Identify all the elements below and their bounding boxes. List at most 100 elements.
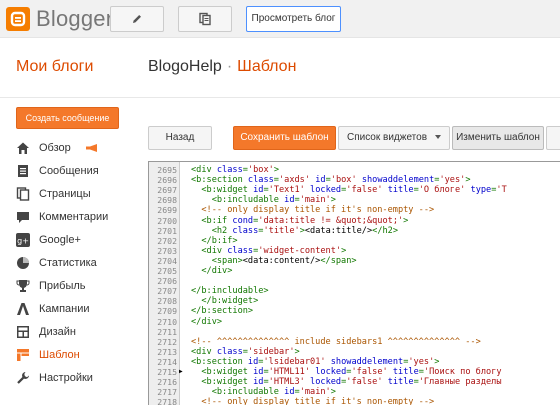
line-number: 2703 <box>157 245 177 256</box>
line-number: 2718 <box>157 397 177 405</box>
code-token: > <box>330 195 336 206</box>
code-text: <b:widget id='HTML11' locked='false' tit… <box>191 367 501 377</box>
code-token: 'box' <box>330 175 357 186</box>
line-number: 2707 <box>157 286 177 297</box>
back-button[interactable]: Назад <box>148 126 212 150</box>
line-number: 2712 <box>157 336 177 347</box>
code-token: </span> <box>320 255 357 266</box>
code-token: 'sidebar' <box>247 346 295 357</box>
code-token: </b:section> <box>191 306 254 317</box>
layout-icon <box>17 326 29 338</box>
code-line: 2711 <box>149 327 560 337</box>
sidebar-item-earnings[interactable]: Прибыль <box>16 277 140 295</box>
sidebar-item-label: Комментарии <box>39 211 109 223</box>
code-token: <div <box>191 346 217 357</box>
code-line: 2707 </b:includable> <box>149 286 560 296</box>
sidebar-item-settings[interactable]: Настройки <box>16 369 140 387</box>
code-text: <h2 class='title'><data:title/></h2> <box>191 226 398 236</box>
code-token: 'T <box>496 185 507 196</box>
line-number: 2698 <box>157 195 177 206</box>
sidebar-item-overview[interactable]: Обзор <box>16 139 140 157</box>
code-token: class <box>232 225 259 236</box>
my-blogs-link[interactable]: Мои блоги <box>16 58 93 76</box>
sidebar-item-stats[interactable]: Статистика <box>16 254 140 272</box>
code-token: <h2 <box>191 225 233 236</box>
code-token: <!-- ^^^^^^^^^^^^^^ include sidebars1 ^^… <box>191 336 481 347</box>
line-number: 2710 <box>157 316 177 327</box>
code-text: <b:widget id='HTML3' locked='false' titl… <box>191 377 501 388</box>
code-line: 2697 <b:widget id='Text1' locked='false'… <box>149 185 560 195</box>
code-text: </div> <box>191 317 222 327</box>
posts-icon <box>18 165 28 177</box>
trophy-icon <box>16 280 30 292</box>
view-blog-button[interactable]: Просмотреть блог <box>246 6 341 32</box>
code-token: 'Text1' <box>268 185 305 196</box>
line-number: 2700 <box>157 215 177 226</box>
code-token: <data:title/> <box>304 225 373 236</box>
code-editor[interactable]: 2695 <div class='box'> 2696 <b:section clas… <box>148 161 560 405</box>
sidebar-item-posts[interactable]: Сообщения <box>16 162 140 180</box>
sidebar-item-layout[interactable]: Дизайн <box>16 323 140 341</box>
code-line: 2700 <b:if cond='data:title != &quot;&qu… <box>149 216 560 226</box>
posts-list-button[interactable] <box>178 6 232 32</box>
code-line: 2718 <!-- only display title if it's non… <box>149 397 560 405</box>
code-text: <div class='widget-content'> <box>191 246 346 256</box>
line-number: 2701 <box>157 225 177 236</box>
code-token: id <box>253 367 264 377</box>
code-token: </div> <box>191 266 233 276</box>
sidebar-item-google-plus[interactable]: g+ Google+ <box>16 231 140 249</box>
code-token: <b:includable <box>191 387 285 398</box>
comments-icon <box>17 212 29 223</box>
code-token: <b:if <box>191 215 233 226</box>
code-token: title <box>387 185 414 196</box>
sidebar-item-comments[interactable]: Комментарии <box>16 208 140 226</box>
code-token: 'HTML11' <box>268 367 311 377</box>
code-token: 'axds' <box>278 175 311 186</box>
blog-name[interactable]: BlogoHelp <box>148 58 222 75</box>
code-line: 2706 <box>149 276 560 286</box>
sidebar-item-label: Google+ <box>39 234 81 246</box>
header-row: Мои блоги BlogoHelp · Шаблон <box>0 38 560 98</box>
sidebar-item-campaigns[interactable]: Кампании <box>16 300 140 318</box>
code-text: <span><data:content/></span> <box>191 256 357 266</box>
widgets-dropdown[interactable]: Список виджетов <box>338 126 450 150</box>
code-token: id <box>247 356 259 367</box>
code-token: id <box>315 175 326 186</box>
code-line: 2714 <b:section id='lsidebar01' showaddel… <box>149 357 560 367</box>
line-number: 2708 <box>157 296 177 307</box>
code-token: id <box>253 377 264 388</box>
code-token: </h2> <box>372 225 399 236</box>
megaphone-icon <box>86 144 97 152</box>
sidebar-item-pages[interactable]: Страницы <box>16 185 140 203</box>
code-token: title <box>387 377 414 388</box>
pencil-icon <box>133 15 141 23</box>
code-token: showaddelement <box>330 356 404 367</box>
line-marker-icon: ▶ <box>179 368 183 375</box>
code-token: 'yes' <box>439 175 466 186</box>
code-line: 2709 </b:section> <box>149 306 560 316</box>
home-icon <box>17 142 29 154</box>
code-line: 2696 <b:section class='axds' id='box' sho… <box>149 175 560 185</box>
code-line: 2695 <div class='box'> <box>149 165 560 175</box>
save-template-button[interactable]: Сохранить шаблон <box>233 126 336 150</box>
code-text: <!-- ^^^^^^^^^^^^^^ include sidebars1 ^^… <box>191 337 481 347</box>
code-line: 2708 </b:widget> <box>149 296 560 306</box>
blogger-logo-icon[interactable] <box>6 7 30 31</box>
code-token: <b:widget <box>191 185 254 196</box>
code-token: 'false' <box>351 367 388 377</box>
code-token: <b:widget <box>191 367 254 377</box>
svg-text:g+: g+ <box>17 237 29 246</box>
code-token: 'false' <box>346 377 383 388</box>
create-post-button[interactable]: Создать сообщение <box>16 107 119 129</box>
code-text: <b:section class='axds' id='box' showadd… <box>191 175 471 185</box>
code-token: <div <box>191 245 228 256</box>
code-token: > <box>341 245 347 256</box>
code-line: 2705 </div> <box>149 266 560 276</box>
more-button[interactable] <box>546 126 560 150</box>
new-post-button[interactable] <box>110 6 164 32</box>
sidebar-item-template[interactable]: Шаблон <box>16 346 140 364</box>
line-number: 2711 <box>157 326 177 337</box>
stats-icon <box>17 257 29 269</box>
blogger-logo-text[interactable]: Blogger <box>36 6 113 32</box>
edit-template-button[interactable]: Изменить шаблон <box>452 126 544 150</box>
